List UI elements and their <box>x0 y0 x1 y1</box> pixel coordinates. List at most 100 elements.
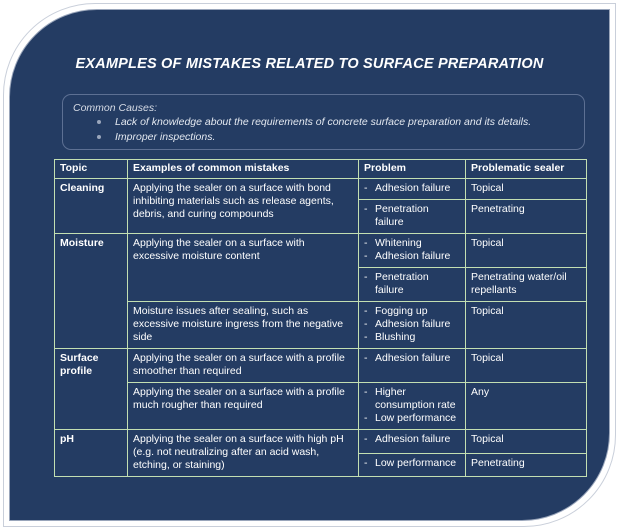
list-item: Improper inspections. <box>73 130 574 145</box>
problem-text: Higher consumption rate <box>375 386 456 411</box>
list-item: - Adhesion failure <box>364 352 460 365</box>
problem-list: - Adhesion failure <box>364 182 460 195</box>
cell-sealer: Topical <box>465 178 587 200</box>
column-header-sealer: Problematic sealer <box>465 159 587 179</box>
mistakes-table: Topic Examples of common mistakes Proble… <box>54 159 587 477</box>
list-item: - Low performance <box>364 412 460 425</box>
problem-text: Whitening <box>375 237 422 249</box>
problem-list: - Low performance <box>364 457 460 470</box>
list-item: - Blushing <box>364 331 460 344</box>
problem-text: Adhesion failure <box>375 318 451 330</box>
list-item: - Fogging up <box>364 305 460 318</box>
cell-sealer: Topical <box>465 233 587 268</box>
cell-topic: Surface profile <box>54 348 128 430</box>
list-item: - Higher consumption rate <box>364 386 460 412</box>
dash-icon: - <box>364 331 368 343</box>
problem-list: - Penetration failure <box>364 203 460 229</box>
cell-sealer: Any <box>465 382 587 430</box>
cell-topic: Cleaning <box>54 178 128 234</box>
column-header-problem: Problem <box>358 159 466 179</box>
dash-icon: - <box>364 237 368 249</box>
slide-content: EXAMPLES OF MISTAKES RELATED TO SURFACE … <box>10 10 609 520</box>
table-row: pH Applying the sealer on a surface with… <box>54 429 587 477</box>
page-title: EXAMPLES OF MISTAKES RELATED TO SURFACE … <box>75 56 544 72</box>
problem-text: Adhesion failure <box>375 182 451 194</box>
table-header: Topic Examples of common mistakes Proble… <box>54 159 587 179</box>
common-causes-callout: Common Causes: Lack of knowledge about t… <box>62 94 585 150</box>
dash-icon: - <box>364 203 368 215</box>
common-causes-heading: Common Causes: <box>73 102 158 114</box>
list-item: - Whitening <box>364 237 460 250</box>
cell-problem: - Low performance <box>358 452 466 477</box>
problem-list: - Adhesion failure <box>364 433 460 446</box>
list-item: Lack of knowledge about the requirements… <box>73 115 574 130</box>
problem-list: - Adhesion failure <box>364 352 460 365</box>
cell-topic: pH <box>54 429 128 477</box>
cell-sealer: Topical <box>465 301 587 349</box>
list-item: - Penetration failure <box>364 203 460 229</box>
dash-icon: - <box>364 250 368 262</box>
bullet-icon <box>97 120 101 124</box>
cell-problem: - Penetration failure <box>358 199 466 234</box>
problem-text: Low performance <box>375 456 457 469</box>
cell-mistake: Applying the sealer on a surface with a … <box>127 348 359 383</box>
dash-icon: - <box>364 433 368 445</box>
problem-text: Blushing <box>375 331 416 343</box>
list-item: - Penetration failure <box>364 271 460 297</box>
cell-problem: - Higher consumption rate - Low performanc… <box>358 382 466 430</box>
problem-text: Fogging up <box>375 305 428 317</box>
list-item: - Adhesion failure <box>364 182 460 195</box>
cell-problem: - Adhesion failure <box>358 348 466 383</box>
slide-canvas: EXAMPLES OF MISTAKES RELATED TO SURFACE … <box>0 0 619 530</box>
problem-list: - Penetration failure <box>364 271 460 297</box>
cell-problem: - Adhesion failure <box>358 429 466 454</box>
problem-text: Penetration failure <box>375 271 429 296</box>
cell-problem: - Adhesion failure <box>358 178 466 200</box>
list-item: - Adhesion failure <box>364 318 460 331</box>
cell-sealer: Penetrating <box>465 199 587 234</box>
table-header-row: Topic Examples of common mistakes Proble… <box>54 159 587 179</box>
bullet-icon <box>97 135 101 139</box>
dash-icon: - <box>364 182 368 194</box>
problem-list: - Fogging up - Adhesion failure - Blushing <box>364 305 460 344</box>
column-header-topic: Topic <box>54 159 128 179</box>
cell-mistake: Applying the sealer on a surface with a … <box>127 382 359 430</box>
problem-list: - Whitening - Adhesion failure <box>364 237 460 263</box>
list-item: - Adhesion failure <box>364 433 460 446</box>
table-row: Moisture issues after sealing, such as e… <box>55 301 587 349</box>
cell-topic: Moisture <box>54 233 128 349</box>
table-row: Surface profile Applying the sealer on a… <box>54 348 587 430</box>
dash-icon: - <box>364 271 368 283</box>
dash-icon: - <box>364 305 368 317</box>
problem-text: Adhesion failure <box>375 433 451 445</box>
cell-problem: - Fogging up - Adhesion failure - Blushing <box>358 301 466 349</box>
list-item: - Low performance <box>364 457 460 470</box>
slide-body: EXAMPLES OF MISTAKES RELATED TO SURFACE … <box>9 9 610 521</box>
cell-problem: - Whitening - Adhesion failure <box>358 233 466 268</box>
dash-icon: - <box>364 352 368 364</box>
problem-text: Low performance <box>375 412 457 424</box>
cell-sealer: Penetrating water/oil repellants <box>465 267 587 302</box>
cell-mistake: Applying the sealer on a surface with ex… <box>127 233 359 302</box>
cell-mistake: Applying the sealer on a surface with hi… <box>127 429 359 477</box>
table-row: Moisture Applying the sealer on a surfac… <box>54 233 587 349</box>
problem-text: Penetration failure <box>375 203 429 228</box>
dash-icon: - <box>364 318 368 330</box>
table-row: Applying the sealer on a surface with a … <box>55 382 587 430</box>
list-item: - Adhesion failure <box>364 250 460 263</box>
cell-sealer: Topical <box>465 429 587 454</box>
column-header-mistake: Examples of common mistakes <box>127 159 359 179</box>
cell-problem: - Penetration failure <box>358 267 466 302</box>
dash-icon: - <box>364 456 368 469</box>
cell-mistake: Moisture issues after sealing, such as e… <box>127 301 359 349</box>
cell-sealer: Penetrating <box>465 452 587 477</box>
cell-sealer: Topical <box>465 348 587 383</box>
table-row: Cleaning Applying the sealer on a surfac… <box>54 178 587 234</box>
problem-list: - Higher consumption rate - Low performanc… <box>364 386 460 425</box>
common-causes-list: Lack of knowledge about the requirements… <box>73 115 574 145</box>
common-causes-item-text: Lack of knowledge about the requirements… <box>115 116 532 128</box>
common-causes-item-text: Improper inspections. <box>115 131 216 143</box>
dash-icon: - <box>364 412 368 424</box>
problem-text: Adhesion failure <box>375 250 451 262</box>
cell-mistake: Applying the sealer on a surface with bo… <box>127 178 359 234</box>
